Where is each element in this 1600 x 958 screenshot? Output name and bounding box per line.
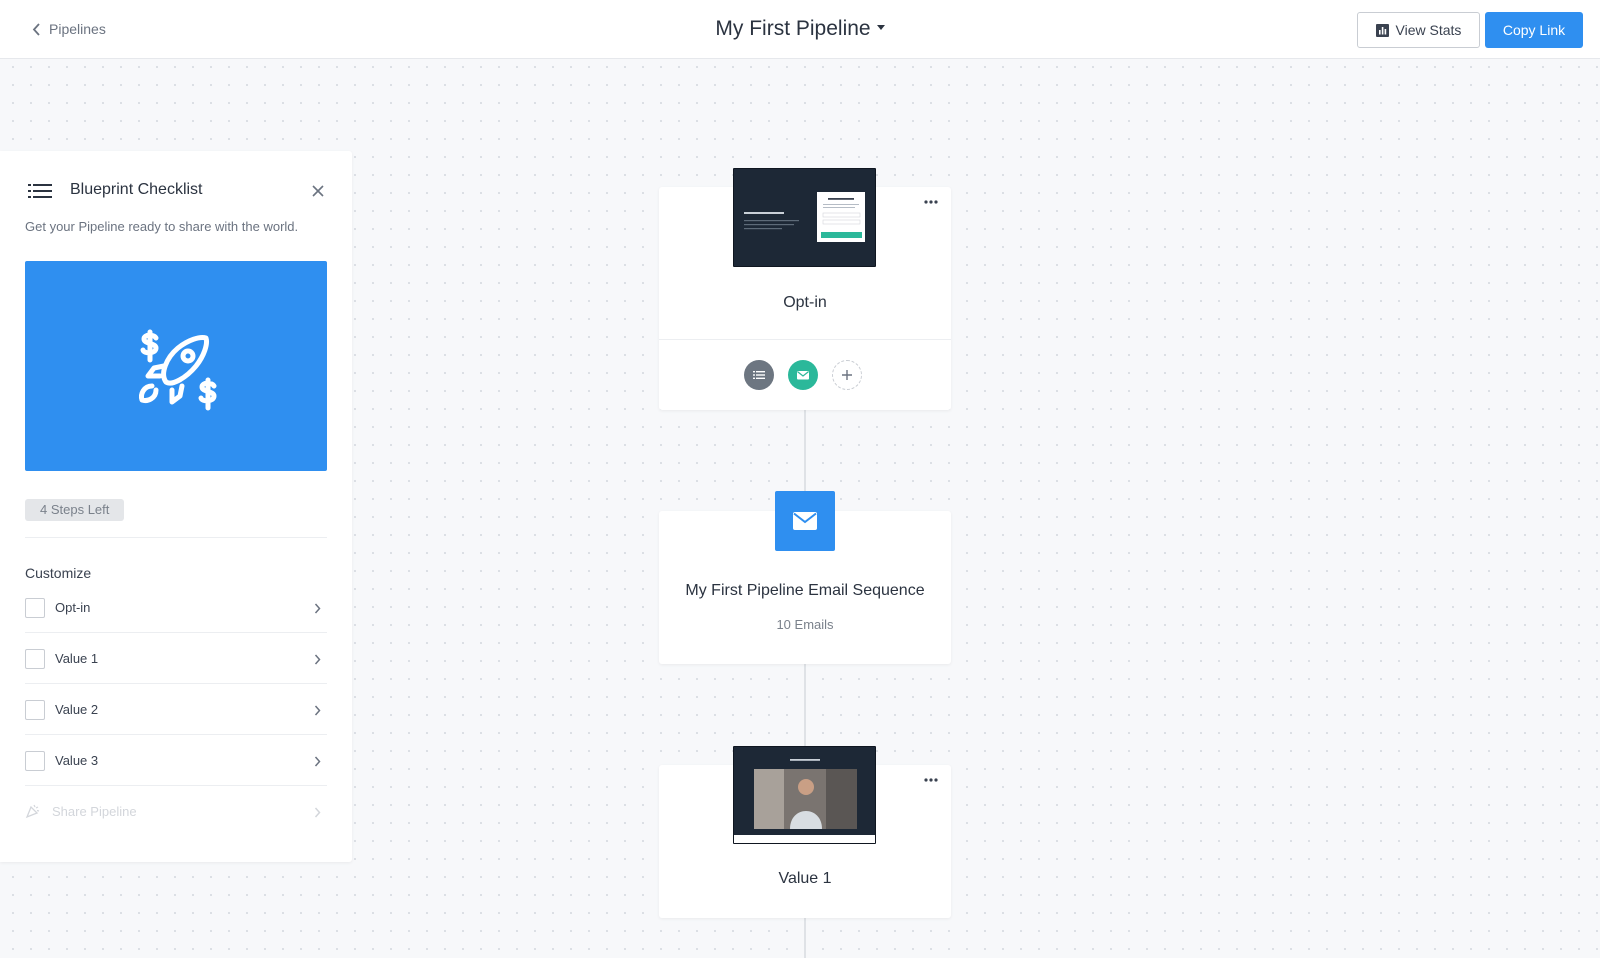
copy-link-button[interactable]: Copy Link — [1485, 12, 1583, 48]
opt-in-page-thumbnail[interactable] — [733, 168, 876, 267]
checklist-item-value-2[interactable]: Value 2 — [25, 684, 327, 735]
top-bar: Pipelines My First Pipeline View Stats C… — [0, 0, 1600, 59]
close-icon[interactable] — [310, 183, 326, 199]
video-preview-image — [734, 747, 875, 843]
checklist-subtitle: Get your Pipeline ready to share with th… — [25, 219, 299, 234]
chevron-right-icon — [314, 807, 321, 818]
view-stats-label: View Stats — [1395, 22, 1462, 38]
checkbox[interactable] — [25, 751, 45, 771]
list-icon — [28, 184, 52, 198]
blueprint-checklist-panel: Blueprint Checklist Get your Pipeline re… — [0, 151, 352, 862]
customize-section-label: Customize — [25, 565, 92, 581]
party-popper-icon — [25, 804, 40, 819]
more-options-icon[interactable] — [923, 777, 939, 783]
checkbox[interactable] — [25, 700, 45, 720]
checklist-item-opt-in[interactable]: Opt-in — [25, 582, 327, 633]
opt-in-actions — [659, 339, 951, 410]
checkbox[interactable] — [25, 598, 45, 618]
share-pipeline-label: Share Pipeline — [52, 804, 137, 819]
email-action-button[interactable] — [788, 360, 818, 390]
caret-down-icon — [876, 24, 885, 30]
chevron-right-icon — [314, 603, 321, 614]
more-options-icon[interactable] — [923, 199, 939, 205]
chevron-right-icon — [314, 756, 321, 767]
card-title: Opt-in — [783, 294, 827, 311]
add-step-button[interactable] — [832, 360, 862, 390]
chevron-right-icon — [314, 654, 321, 665]
checklist-item-value-3[interactable]: Value 3 — [25, 735, 327, 786]
checklist-item-label: Opt-in — [55, 600, 91, 615]
checklist-hero-banner — [25, 261, 327, 471]
envelope-icon — [793, 512, 817, 530]
card-title: My First Pipeline Email Sequence — [685, 582, 925, 599]
checklist-item-label: Value 2 — [55, 702, 99, 717]
list-action-button[interactable] — [744, 360, 774, 390]
page-title: My First Pipeline — [715, 17, 871, 40]
card-title: Value 1 — [778, 870, 832, 887]
opt-in-preview-image — [734, 169, 875, 266]
rocket-money-icon — [139, 329, 217, 411]
value-1-page-thumbnail[interactable] — [733, 746, 876, 844]
view-stats-button[interactable]: View Stats — [1357, 12, 1480, 48]
envelope-icon — [797, 371, 809, 380]
email-sequence-tile[interactable] — [775, 491, 835, 551]
chevron-right-icon — [314, 705, 321, 716]
checklist-item-label: Value 1 — [55, 651, 99, 666]
divider — [25, 537, 327, 538]
checklist-item-share-pipeline: Share Pipeline — [25, 786, 327, 837]
email-count: 10 Emails — [776, 617, 834, 632]
checklist-item-label: Value 3 — [55, 753, 99, 768]
checklist-title: Blueprint Checklist — [70, 181, 203, 198]
bar-chart-icon — [1375, 23, 1389, 37]
checklist-header: Blueprint Checklist — [28, 179, 326, 203]
checkbox[interactable] — [25, 649, 45, 669]
checklist-item-value-1[interactable]: Value 1 — [25, 633, 327, 684]
plus-icon — [842, 370, 852, 380]
steps-left-badge: 4 Steps Left — [25, 499, 125, 521]
list-icon — [753, 371, 765, 379]
